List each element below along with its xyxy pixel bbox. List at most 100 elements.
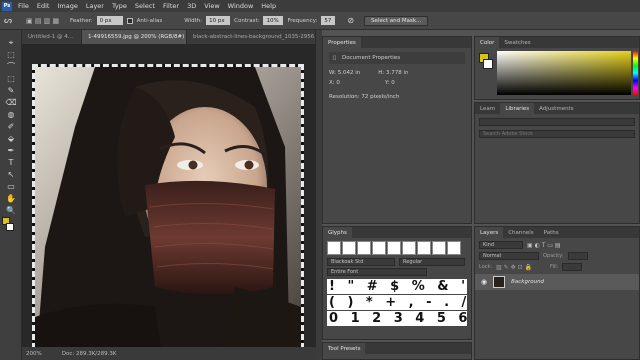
antialias-checkbox[interactable]	[126, 17, 133, 24]
magnetic-lasso-icon[interactable]: ᔕ	[4, 16, 22, 26]
width-input[interactable]: 10 px	[206, 16, 231, 25]
crop-tool-icon[interactable]: ⬚	[4, 74, 18, 84]
glyph-row[interactable]: 0 1 2 3 4 5 6 7	[327, 311, 467, 326]
tab-paths[interactable]: Paths	[539, 227, 564, 238]
zoom-tool-icon[interactable]: 🔍	[4, 206, 18, 216]
tab-color[interactable]: Color	[475, 37, 500, 48]
doc-tab-untitled[interactable]: Untitled-1 @ 4...	[22, 30, 82, 44]
recent-glyph-cell[interactable]	[402, 241, 416, 255]
width-label: Width:	[184, 17, 203, 24]
shape-tool-icon[interactable]: ▭	[4, 182, 18, 192]
recent-glyph-cell[interactable]	[417, 241, 431, 255]
menu-view[interactable]: View	[200, 2, 223, 10]
glyph-style-dropdown[interactable]: Regular	[399, 258, 465, 266]
recent-glyph-cell[interactable]	[327, 241, 341, 255]
menu-3d[interactable]: 3D	[183, 2, 200, 10]
pressure-icon[interactable]: ⊘	[347, 16, 354, 25]
tab-tool-presets[interactable]: Tool Presets	[323, 343, 366, 354]
tab-channels[interactable]: Channels	[503, 227, 538, 238]
tab-glyphs[interactable]: Glyphs	[323, 227, 352, 238]
tab-layers[interactable]: Layers	[475, 227, 504, 238]
menu-layer[interactable]: Layer	[82, 2, 108, 10]
lasso-tool-icon[interactable]: ⌒	[4, 62, 18, 72]
glyph-range-dropdown[interactable]: Entire Font	[327, 268, 427, 276]
document-image[interactable]	[32, 64, 304, 347]
tab-learn[interactable]: Learn	[475, 103, 500, 114]
glyph-row[interactable]: ( ) * + , - . /	[327, 295, 467, 310]
glyph-font-dropdown[interactable]: Blackoak Std	[327, 258, 395, 266]
hue-slider[interactable]	[633, 51, 638, 95]
frequency-label: Frequency:	[287, 17, 318, 24]
opacity-input[interactable]	[567, 252, 588, 260]
menu-select[interactable]: Select	[131, 2, 159, 10]
canvas-area[interactable]	[22, 44, 316, 347]
zoom-level[interactable]: 200%	[26, 351, 42, 357]
w-value[interactable]: 5.042 in	[338, 70, 361, 76]
color-picker-field[interactable]	[497, 51, 631, 95]
brush-tool-icon[interactable]: ✎	[4, 86, 18, 96]
layers-panel: Layers Channels Paths Kind ▣ ◐ T ▭ ▤ Nor…	[474, 226, 640, 360]
move-tool-icon[interactable]: ⌖	[4, 38, 18, 48]
selection-mode-icons[interactable]: ▣ ▤ ▥ ▦	[26, 17, 66, 25]
menu-type[interactable]: Type	[108, 2, 131, 10]
menu-window[interactable]: Window	[224, 2, 258, 10]
layer-row-background[interactable]: ◉ Background	[475, 274, 639, 290]
tab-adjustments[interactable]: Adjustments	[534, 103, 578, 114]
library-search-input[interactable]: Search Adobe Stock	[479, 130, 635, 138]
layer-name[interactable]: Background	[511, 279, 544, 285]
recent-glyph-cell[interactable]	[387, 241, 401, 255]
doc-tab-active[interactable]: 1-49916559.jpg @ 200% (RGB/8#)	[82, 30, 187, 44]
menu-edit[interactable]: Edit	[33, 2, 54, 10]
selection-arrow-icon[interactable]: ↖	[4, 170, 18, 180]
layer-kind-filter[interactable]: Kind	[479, 241, 523, 249]
y-value[interactable]: 0	[391, 80, 395, 86]
menu-help[interactable]: Help	[257, 2, 280, 10]
doc-tab-black-abstract[interactable]: black-abstract-lines-background_1035-295…	[187, 30, 316, 44]
feather-input[interactable]: 0 px	[96, 16, 123, 25]
properties-panel: Properties ▯ Document Properties W: 5.04…	[322, 36, 472, 224]
blur-tool-icon[interactable]: ◍	[4, 110, 18, 120]
hand-tool-icon[interactable]: ✋	[4, 194, 18, 204]
x-value[interactable]: 0	[336, 80, 340, 86]
y-label: Y:	[385, 80, 390, 86]
pen-tool-icon[interactable]: ✐	[4, 122, 18, 132]
marquee-tool-icon[interactable]: ⬚	[4, 50, 18, 60]
fill-input[interactable]	[562, 263, 583, 271]
tab-libraries[interactable]: Libraries	[500, 103, 535, 114]
h-value[interactable]: 3.778 in	[386, 70, 409, 76]
select-and-mask-button[interactable]: Select and Mask...	[364, 15, 429, 26]
type-tool-icon[interactable]: T	[4, 158, 18, 168]
document-properties-title: Document Properties	[342, 55, 401, 61]
background-color-swatch[interactable]	[6, 223, 14, 231]
recent-glyph-cell[interactable]	[432, 241, 446, 255]
recent-glyph-cell[interactable]	[342, 241, 356, 255]
contrast-input[interactable]: 10%	[263, 16, 284, 25]
tab-properties[interactable]: Properties	[323, 37, 361, 48]
glyphs-panel: Glyphs Blackoak Std Regular Entire Font …	[322, 226, 472, 340]
recent-glyph-cell[interactable]	[357, 241, 371, 255]
library-select[interactable]	[479, 118, 635, 126]
layer-filter-icons[interactable]: ▣ ◐ T ▭ ▤	[527, 242, 561, 249]
recent-glyph-cell[interactable]	[447, 241, 461, 255]
glyph-row[interactable]: ! " # $ % & '	[327, 279, 467, 294]
eraser-tool-icon[interactable]: ⌫	[4, 98, 18, 108]
contrast-label: Contrast:	[234, 17, 260, 24]
resolution-text: Resolution: 72 pixels/inch	[329, 94, 400, 100]
lock-icons[interactable]: ▨ ✎ ✥ ⊡ 🔒	[496, 264, 532, 271]
path-tool-icon[interactable]: ✒	[4, 146, 18, 156]
tools-panel: ⌖ ⬚ ⌒ ⬚ ✎ ⌫ ◍ ✐ ⬙ ✒ T ↖ ▭ ✋ 🔍 …	[0, 30, 22, 360]
dodge-tool-icon[interactable]: ⬙	[4, 134, 18, 144]
menu-image[interactable]: Image	[53, 2, 81, 10]
color-bg-swatch[interactable]	[483, 59, 493, 69]
tab-swatches[interactable]: Swatches	[499, 37, 535, 48]
x-label: X:	[329, 80, 335, 86]
layer-thumbnail	[493, 276, 506, 288]
menu-filter[interactable]: Filter	[159, 2, 183, 10]
blend-mode-dropdown[interactable]: Normal	[479, 252, 539, 260]
recent-glyph-cell[interactable]	[372, 241, 386, 255]
frequency-input[interactable]: 57	[321, 16, 336, 25]
antialias-label: Anti-alias	[136, 17, 163, 24]
visibility-eye-icon[interactable]: ◉	[481, 278, 487, 286]
menu-file[interactable]: File	[14, 2, 33, 10]
document-tabs: Untitled-1 @ 4... 1-49916559.jpg @ 200% …	[22, 30, 316, 44]
